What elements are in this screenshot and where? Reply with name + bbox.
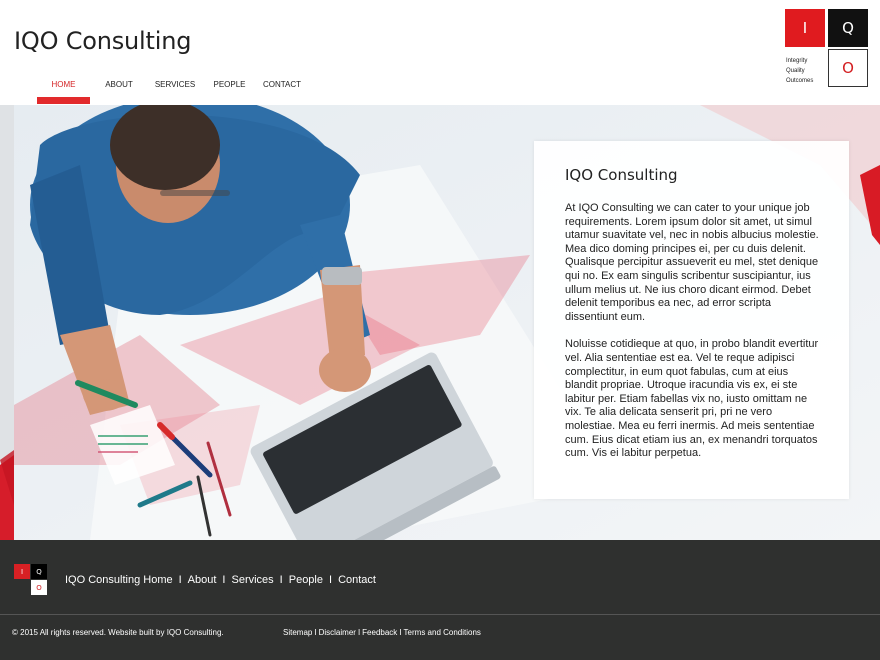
footer-separator: I	[178, 574, 182, 586]
card-paragraph-2: Noluisse cotidieque at quo, in probo bla…	[565, 338, 819, 460]
footer-logo-q-block: Q	[31, 564, 47, 579]
footer-logo-i-block: I	[14, 564, 30, 579]
card-title: IQO Consulting	[565, 166, 678, 184]
logo-q-block: Q	[828, 9, 868, 47]
copyright-text: © 2015 All rights reserved. Website buil…	[12, 628, 224, 637]
legal-separator: I	[399, 628, 402, 637]
site-footer: I Q O IQO Consulting Home I About I Serv…	[0, 540, 880, 660]
footer-link-people[interactable]: People	[289, 574, 323, 586]
footer-logo-o-block: O	[31, 580, 47, 595]
legal-link-sitemap[interactable]: Sitemap	[283, 628, 312, 637]
main-nav: HOME ABOUT SERVICES PEOPLE CONTACT	[37, 80, 307, 104]
legal-separator: I	[357, 628, 361, 637]
nav-contact[interactable]: CONTACT	[257, 80, 307, 104]
footer-link-home[interactable]: IQO Consulting Home	[65, 574, 173, 586]
legal-separator: I	[314, 628, 317, 637]
logo-tagline: Integrity Quality Outcomes	[786, 56, 813, 86]
footer-divider	[0, 614, 880, 615]
legal-link-feedback[interactable]: Feedback	[362, 628, 397, 637]
legal-links: Sitemap I Disclaimer I Feedback I Terms …	[283, 628, 481, 637]
nav-people[interactable]: PEOPLE	[205, 80, 254, 104]
iqo-logo[interactable]: I Q O Integrity Quality Outcomes	[785, 9, 869, 89]
logo-i-block: I	[785, 9, 825, 47]
footer-link-services[interactable]: Services	[231, 574, 273, 586]
footer-link-about[interactable]: About	[188, 574, 217, 586]
legal-link-terms[interactable]: Terms and Conditions	[404, 628, 481, 637]
card-paragraph-1: At IQO Consulting we can cater to your u…	[565, 202, 819, 323]
nav-about[interactable]: ABOUT	[93, 80, 145, 104]
card-body: At IQO Consulting we can cater to your u…	[565, 202, 823, 461]
site-header: IQO Consulting HOME ABOUT SERVICES PEOPL…	[0, 0, 880, 105]
footer-separator: I	[279, 574, 283, 586]
hero-banner: IQO Consulting At IQO Consulting we can …	[0, 105, 880, 540]
footer-separator: I	[222, 574, 226, 586]
intro-card: IQO Consulting At IQO Consulting we can …	[534, 141, 849, 499]
nav-home[interactable]: HOME	[37, 80, 90, 104]
footer-link-contact[interactable]: Contact	[338, 574, 376, 586]
logo-o-block: O	[828, 49, 868, 87]
footer-separator: I	[329, 574, 333, 586]
footer-nav: IQO Consulting Home I About I Services I…	[65, 574, 376, 586]
nav-services[interactable]: SERVICES	[148, 80, 202, 104]
legal-link-disclaimer[interactable]: Disclaimer	[319, 628, 356, 637]
tagline-outcomes: Outcomes	[786, 78, 814, 84]
footer-logo[interactable]: I Q O	[14, 564, 48, 596]
site-title[interactable]: IQO Consulting	[14, 27, 191, 55]
tagline-integrity: Integrity	[786, 58, 808, 64]
tagline-quality: Quality	[786, 68, 805, 74]
